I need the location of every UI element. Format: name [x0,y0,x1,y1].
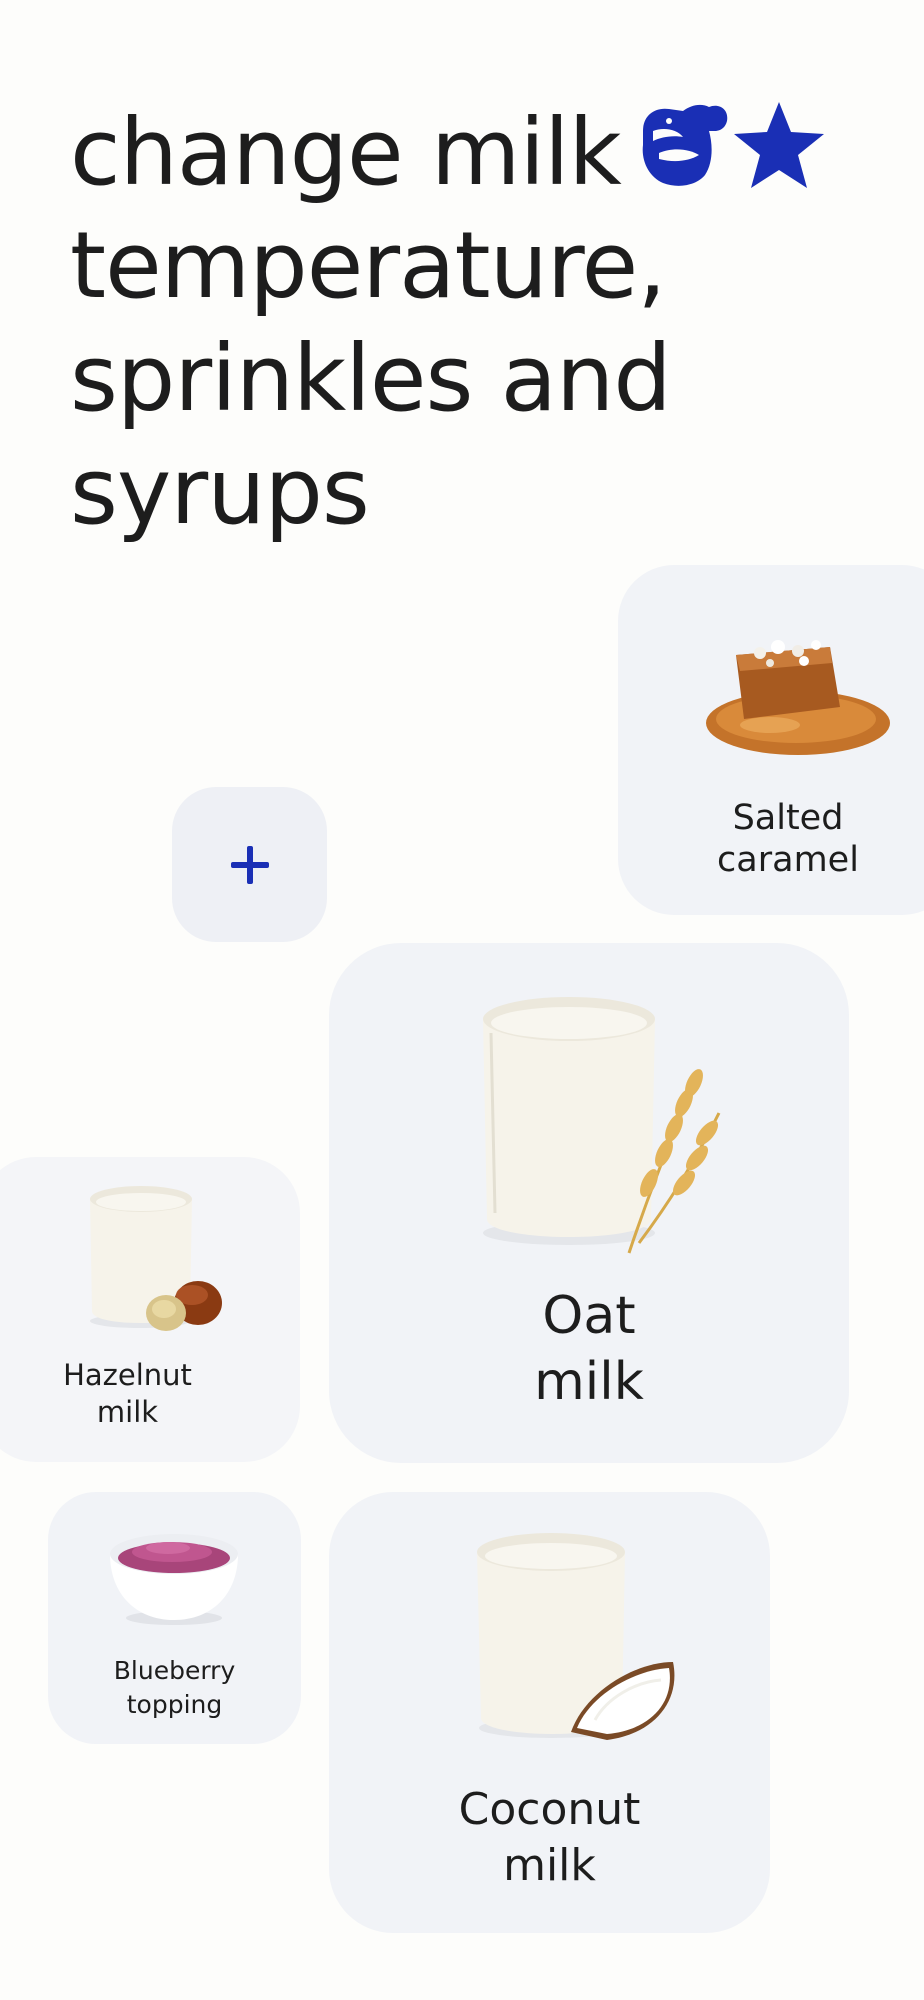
headline-line-3: sprinkles and [70,325,672,432]
hazelnut-milk-card[interactable]: Hazelnut milk [0,1157,300,1462]
headline-line-4: syrups [70,438,370,545]
headline-line-1: change milk [70,96,890,209]
plus-icon [230,845,269,884]
star-icon [733,101,824,188]
coconut-milk-label: Coconut milk [458,1784,641,1891]
hazelnut-milk-label: Hazelnut milk [63,1358,192,1429]
salted-caramel-card[interactable]: Salted caramel [618,565,924,915]
oat-milk-glass-icon [483,997,721,1254]
headline-emoji-group [639,100,827,190]
page-headline: change milk temperature, sprinkles and s… [70,96,890,548]
blueberry-topping-label: Blueberry topping [113,1656,236,1719]
salted-caramel-label: Salted caramel [717,798,859,880]
headline-line-2: temperature, [70,212,667,319]
milk-jug-icon [642,104,728,186]
coconut-milk-card[interactable]: Coconut milk [329,1492,770,1933]
headline-text-1: change milk [70,99,622,206]
oat-milk-label: Oat milk [534,1286,644,1412]
oat-milk-card[interactable]: Oat milk [329,943,849,1463]
blueberry-powder-bowl-icon [110,1534,238,1625]
caramel-icon [706,640,890,755]
hazelnut-milk-glass-icon [90,1186,222,1331]
add-button[interactable] [172,787,327,942]
blueberry-topping-card[interactable]: Blueberry topping [48,1492,301,1744]
coconut-milk-glass-icon [477,1533,675,1740]
